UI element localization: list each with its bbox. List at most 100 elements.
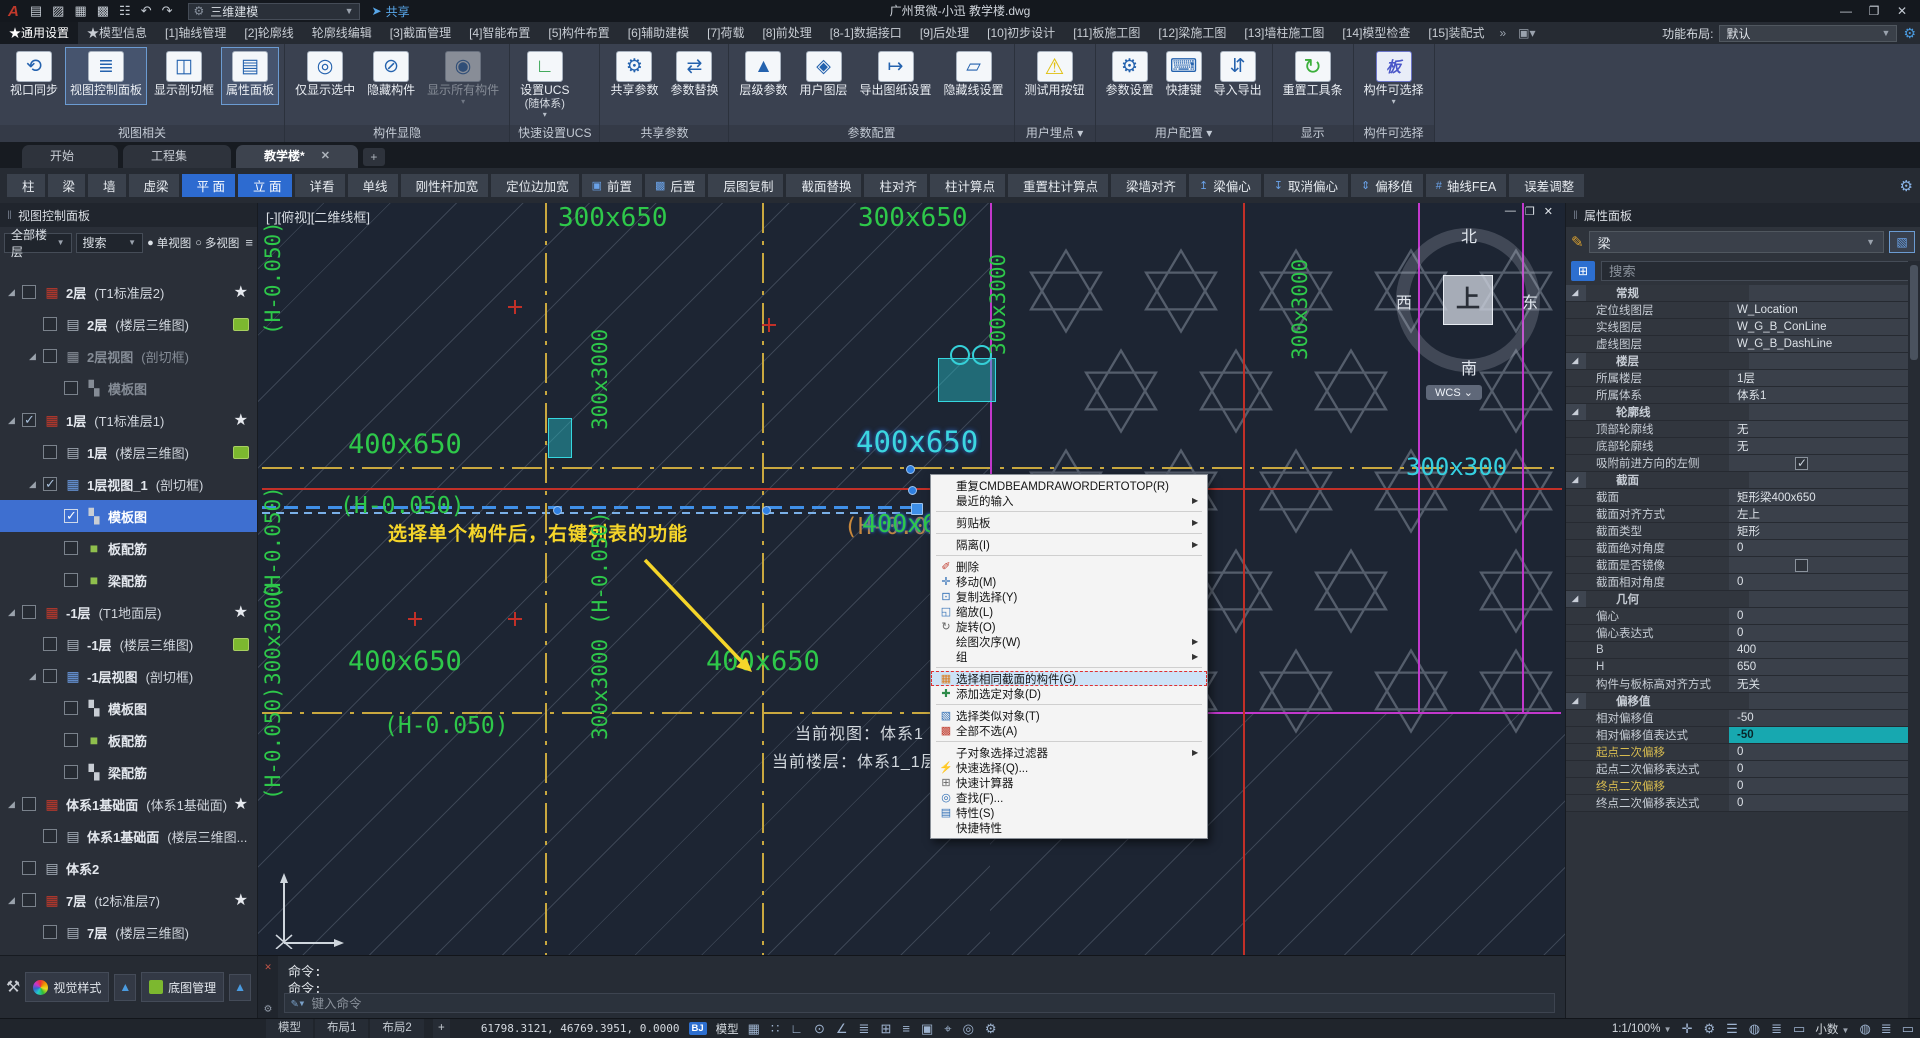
close-command-icon[interactable]: ✕ xyxy=(265,960,272,973)
tree-row[interactable]: ◢ ▦ -1层视图 (剖切框) xyxy=(0,660,257,692)
property-checkbox[interactable] xyxy=(1795,559,1808,572)
tab-overflow-icon[interactable]: » xyxy=(1493,22,1512,44)
tree-checkbox[interactable] xyxy=(64,701,78,715)
ribbon-tab[interactable]: [7]荷载 xyxy=(698,22,753,44)
toolbar-button[interactable]: 梁墙对齐 xyxy=(1111,174,1186,197)
canvas-restore-icon[interactable]: ❐ xyxy=(1525,205,1535,218)
tree-checkbox[interactable] xyxy=(43,829,57,843)
property-value[interactable]: 1层 xyxy=(1729,370,1908,386)
property-value[interactable]: 矩形 xyxy=(1729,523,1908,539)
property-row[interactable]: 构件与板标高对齐方式 无关 xyxy=(1566,676,1908,693)
hardware-accel-icon[interactable]: ≣ xyxy=(1771,1021,1782,1037)
ribbon-group-label[interactable]: 用户配置 ▾ xyxy=(1096,125,1272,142)
property-value[interactable]: 0 xyxy=(1729,744,1908,760)
property-value[interactable] xyxy=(1749,285,1908,301)
share-button[interactable]: ➤ 共享 xyxy=(372,3,410,20)
ribbon-tab[interactable]: [13]墙柱施工图 xyxy=(1235,22,1333,44)
property-value[interactable]: 左上 xyxy=(1729,506,1908,522)
dynamic-input-icon[interactable]: ⊞ xyxy=(880,1021,891,1037)
property-value[interactable]: 矩形梁400x650 xyxy=(1729,489,1908,505)
visual-style-button[interactable]: 视觉样式 xyxy=(25,972,109,1002)
tree-row[interactable]: ▤ -1层 (楼层三维图) xyxy=(0,628,257,660)
context-menu-item[interactable]: ▩ 全部不选(A) xyxy=(931,723,1207,738)
ribbon-button[interactable]: ↦导出图纸设置 xyxy=(855,47,937,101)
toolbar-button[interactable]: 墙 xyxy=(88,174,126,197)
tree-checkbox[interactable] xyxy=(64,509,78,523)
expander-icon[interactable]: ◢ xyxy=(8,895,22,906)
property-row[interactable]: 所属楼层 1层 xyxy=(1566,370,1908,387)
property-row[interactable]: 偏移值 xyxy=(1566,693,1908,710)
polar-tracking-icon[interactable]: ⊙ xyxy=(814,1021,825,1037)
property-value[interactable] xyxy=(1729,557,1908,573)
redo-icon[interactable]: ↷ xyxy=(157,3,178,19)
grip-point[interactable] xyxy=(906,465,915,474)
property-value[interactable]: 无关 xyxy=(1729,676,1908,692)
property-row[interactable]: 截面对齐方式 左上 xyxy=(1566,506,1908,523)
toolbar-button[interactable]: ↧取消偏心 xyxy=(1264,174,1348,197)
add-layout-button[interactable]: + xyxy=(433,1019,450,1038)
ribbon-tab[interactable]: [4]智能布置 xyxy=(460,22,539,44)
grip-point[interactable] xyxy=(762,506,771,515)
ribbon-button[interactable]: ⇵导入导出 xyxy=(1209,47,1267,101)
property-row[interactable]: 定位线图层 W_Location xyxy=(1566,302,1908,319)
visual-style-up-button[interactable]: ▲ xyxy=(114,974,136,1001)
transparency-icon[interactable]: ▣ xyxy=(921,1021,933,1037)
save-icon[interactable]: ▦ xyxy=(69,3,91,19)
isolate-icon[interactable]: ◍ xyxy=(1749,1021,1760,1037)
property-row[interactable]: 起点二次偏移表达式 0 xyxy=(1566,761,1908,778)
expander-icon[interactable]: ◢ xyxy=(29,479,43,490)
ribbon-button[interactable]: 板构件可选择▾ xyxy=(1359,47,1429,109)
edit-pencil-icon[interactable]: ✎ xyxy=(1571,233,1584,251)
favorite-star-icon[interactable]: ★ xyxy=(234,282,248,302)
ribbon-button[interactable]: ◎仅显示选中 xyxy=(290,47,360,103)
tree-checkbox[interactable] xyxy=(64,381,78,395)
tree-row[interactable]: ■ 梁配筋 xyxy=(0,564,257,596)
restore-button[interactable]: ❐ xyxy=(1860,4,1888,18)
context-menu-item[interactable]: 子对象选择过滤器 ▶ xyxy=(931,745,1207,760)
tree-row[interactable]: ▚ 模板图 xyxy=(0,500,257,532)
tree-row[interactable]: ▚ 模板图 xyxy=(0,372,257,404)
open-file-icon[interactable]: ▨ xyxy=(47,3,69,19)
workspace-switch-icon[interactable]: ⚙ xyxy=(985,1021,997,1037)
ribbon-button[interactable]: ⇄参数替换 xyxy=(665,47,723,101)
tree-checkbox[interactable] xyxy=(22,797,36,811)
expander-icon[interactable]: ◢ xyxy=(8,799,22,810)
toolbar-button[interactable]: 重置柱计算点 xyxy=(1008,174,1108,197)
canvas-minimize-icon[interactable]: — xyxy=(1505,205,1516,218)
tree-checkbox[interactable] xyxy=(64,765,78,779)
toolbar-button[interactable]: 定位边加宽 xyxy=(491,174,579,197)
toolbar-button[interactable]: 刚性杆加宽 xyxy=(401,174,489,197)
favorite-star-icon[interactable]: ★ xyxy=(234,602,248,622)
ribbon-button[interactable]: ▲层级参数 xyxy=(734,47,792,101)
canvas-close-icon[interactable]: ✕ xyxy=(1544,205,1553,218)
tree-checkbox[interactable] xyxy=(64,733,78,747)
ribbon-button[interactable]: ▱隐藏线设置 xyxy=(939,47,1009,101)
single-view-radio[interactable]: ●单视图 xyxy=(147,235,191,251)
grid-toggle-icon[interactable]: ⊞ xyxy=(1571,261,1595,281)
toolbar-button[interactable]: ↥梁偏心 xyxy=(1189,174,1261,197)
command-input[interactable] xyxy=(311,996,1548,1011)
tools-icon[interactable]: ⚒ xyxy=(6,977,20,997)
context-menu-item[interactable]: ▧ 选择类似对象(T) xyxy=(931,708,1207,723)
ribbon-tab[interactable]: [5]构件布置 xyxy=(539,22,618,44)
property-value[interactable]: 400 xyxy=(1729,642,1908,658)
ribbon-tab[interactable]: [8]前处理 xyxy=(753,22,820,44)
toolbar-button[interactable]: 误差调整 xyxy=(1509,174,1584,197)
property-row[interactable]: 截面是否镜像 xyxy=(1566,557,1908,574)
context-menu-item[interactable]: ▦ 选择相同截面的构件(G) xyxy=(931,671,1207,686)
property-row[interactable]: 截面 xyxy=(1566,472,1908,489)
tree-row[interactable]: ▤ 1层 (楼层三维图) xyxy=(0,436,257,468)
tree-checkbox[interactable] xyxy=(43,477,57,491)
multi-view-radio[interactable]: ○多视图 xyxy=(195,235,239,251)
toolbar-button[interactable]: 截面替换 xyxy=(786,174,861,197)
property-row[interactable]: 相对偏移值表达式 -50 xyxy=(1566,727,1908,744)
undo-icon[interactable]: ↶ xyxy=(136,3,157,19)
property-row[interactable]: 终点二次偏移 0 xyxy=(1566,778,1908,795)
toolbar-button[interactable]: 立 面 xyxy=(238,174,291,197)
drawing-canvas[interactable]: 300x650300x650400x650(H-0.050)400x650(H-… xyxy=(258,203,1565,955)
tree-search-select[interactable]: 搜索▼ xyxy=(76,233,144,253)
tree-row[interactable]: ▤ 7层 (楼层三维图) xyxy=(0,916,257,948)
tree-checkbox[interactable] xyxy=(22,861,36,875)
lineweight-icon[interactable]: ≡ xyxy=(902,1021,910,1037)
panel-drag-handle[interactable]: ‖ xyxy=(1573,208,1578,222)
